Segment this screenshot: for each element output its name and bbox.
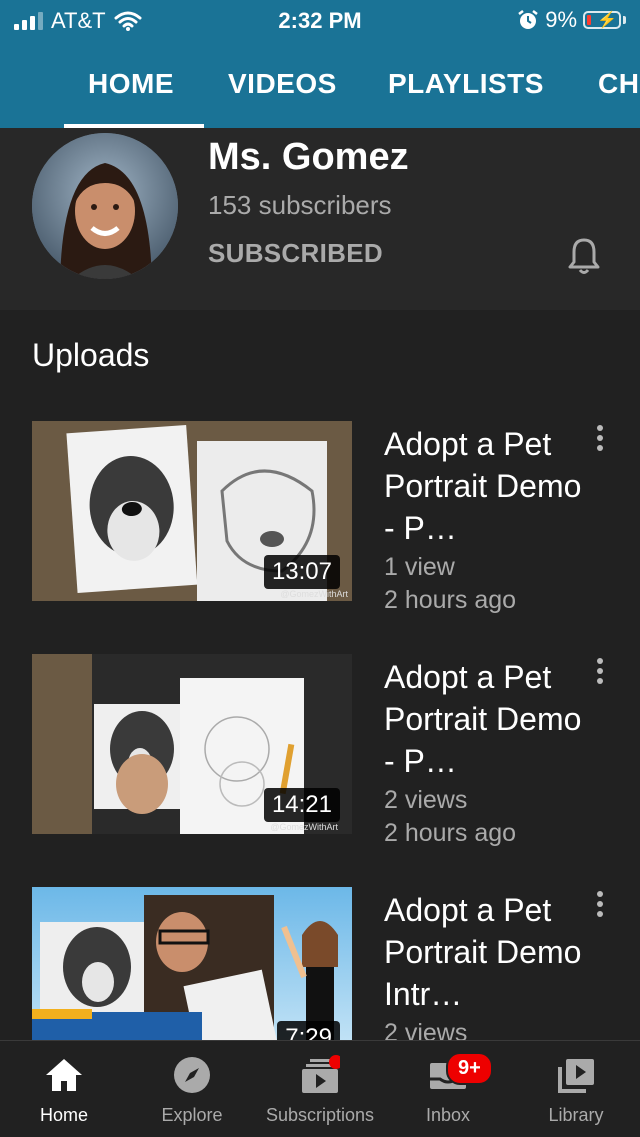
nav-inbox-label: Inbox xyxy=(425,1105,471,1125)
video-duration: 13:07 xyxy=(263,555,340,589)
nav-inbox[interactable]: Inbox xyxy=(384,1041,512,1137)
channel-avatar[interactable] xyxy=(32,133,178,279)
tab-playlists[interactable]: PLAYLISTS xyxy=(388,68,544,100)
video-views: 2 views xyxy=(384,786,468,814)
tab-channels[interactable]: CH xyxy=(598,68,639,100)
video-title[interactable]: Adopt a Pet Portrait Demo - P… xyxy=(384,656,584,782)
subscriber-count: 153 subscribers xyxy=(208,190,392,220)
tab-home[interactable]: HOME xyxy=(88,68,174,100)
inbox-badge: 9+ xyxy=(446,1052,493,1085)
compass-icon xyxy=(174,1057,210,1093)
nav-home-label: Home xyxy=(39,1105,88,1125)
status-right: 9% ⚡ xyxy=(517,7,626,33)
subscriptions-icon xyxy=(302,1055,340,1093)
nav-explore[interactable]: Explore xyxy=(128,1041,256,1137)
bottom-navigation: Home Explore Subscriptions Inbox Library xyxy=(0,1040,640,1137)
library-icon xyxy=(558,1059,594,1093)
video-duration: 14:21 xyxy=(263,788,340,822)
channel-header: Ms. Gomez 153 subscribers SUBSCRIBED xyxy=(0,128,640,310)
nav-library[interactable]: Library xyxy=(512,1041,640,1137)
channel-name: Ms. Gomez xyxy=(208,136,409,178)
more-options-icon[interactable] xyxy=(588,891,612,921)
alarm-icon xyxy=(518,10,538,29)
subscribed-button[interactable]: SUBSCRIBED xyxy=(208,238,383,269)
status-bar: AT&T 2:32 PM 9% ⚡ xyxy=(0,0,640,40)
nav-home[interactable]: Home xyxy=(0,1041,128,1137)
notification-bell-icon[interactable] xyxy=(562,234,606,278)
thumbnail-watermark: @GomezWithArt xyxy=(270,822,338,832)
video-item[interactable]: 13:07 @GomezWithArt Adopt a Pet Portrait… xyxy=(32,421,640,614)
nav-library-label: Library xyxy=(548,1105,604,1125)
uploads-heading: Uploads xyxy=(32,337,150,373)
video-age: 2 hours ago xyxy=(384,586,517,614)
battery-percent: 9% xyxy=(545,7,577,32)
tab-videos[interactable]: VIDEOS xyxy=(228,68,337,100)
nav-subscriptions-label: Subscriptions xyxy=(265,1105,375,1125)
avatar-image xyxy=(32,133,178,279)
video-title[interactable]: Adopt a Pet Portrait Demo Intr… xyxy=(384,889,584,1015)
channel-tabs: HOME VIDEOS PLAYLISTS CH xyxy=(0,40,640,128)
more-options-icon[interactable] xyxy=(588,658,612,688)
video-age: 2 hours ago xyxy=(384,819,517,847)
video-thumbnail[interactable]: 13:07 @GomezWithArt xyxy=(32,421,352,601)
thumbnail-watermark: @GomezWithArt xyxy=(280,589,348,599)
nav-subscriptions[interactable]: Subscriptions xyxy=(256,1041,384,1137)
nav-explore-label: Explore xyxy=(161,1105,223,1125)
video-title[interactable]: Adopt a Pet Portrait Demo - P… xyxy=(384,423,584,549)
battery-icon: ⚡ xyxy=(583,11,621,29)
video-thumbnail[interactable]: 14:21 @GomezWithArt xyxy=(32,654,352,834)
video-item[interactable]: 14:21 @GomezWithArt Adopt a Pet Portrait… xyxy=(32,654,640,847)
video-views: 1 view xyxy=(384,553,455,581)
home-icon xyxy=(46,1059,82,1091)
more-options-icon[interactable] xyxy=(588,425,612,455)
